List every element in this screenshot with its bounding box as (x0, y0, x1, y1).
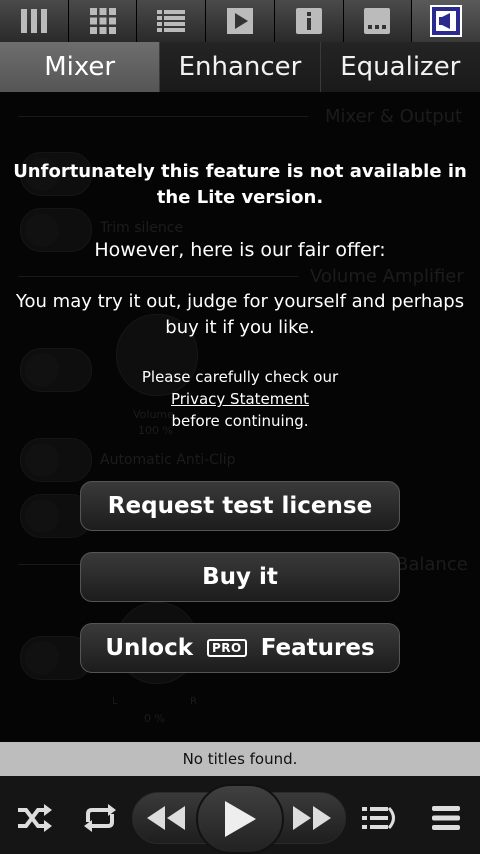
grid-view-button[interactable] (68, 0, 138, 42)
menu-button[interactable] (426, 800, 466, 836)
status-bar: No titles found. (0, 742, 480, 776)
shuffle-button[interactable] (14, 800, 54, 836)
try-message: You may try it out, judge for yourself a… (15, 291, 465, 338)
tab-bar: Mixer Enhancer Equalizer (0, 42, 480, 92)
menu-icon (432, 806, 460, 830)
rewind-button[interactable] (146, 800, 186, 836)
before-continuing-text: before continuing. (171, 412, 309, 430)
privacy-statement-link[interactable]: Privacy Statement (171, 390, 309, 408)
pro-badge: PRO (207, 639, 247, 657)
grid-icon (89, 8, 116, 34)
tab-mixer[interactable]: Mixer (0, 42, 161, 92)
list-view-button[interactable] (137, 0, 207, 42)
queue-icon (362, 806, 395, 830)
unlock-label: Unlock (105, 635, 193, 661)
now-playing-button[interactable] (206, 0, 275, 42)
play-button[interactable] (196, 784, 284, 854)
library-icon (20, 9, 47, 33)
audio-settings-button[interactable] (412, 0, 480, 42)
tab-enhancer[interactable]: Enhancer (160, 42, 321, 92)
request-test-license-button[interactable]: Request test license (80, 481, 400, 531)
fast-forward-icon (293, 806, 331, 830)
features-label: Features (260, 635, 375, 661)
top-toolbar (0, 0, 480, 42)
info-button[interactable] (274, 0, 344, 42)
feature-locked-dialog: Unfortunately this feature is not availa… (0, 92, 480, 742)
repeat-icon (84, 804, 116, 832)
fast-forward-button[interactable] (292, 800, 332, 836)
tab-equalizer[interactable]: Equalizer (320, 42, 480, 92)
queue-button[interactable] (358, 800, 402, 836)
library-button[interactable] (0, 0, 69, 42)
status-text: No titles found. (182, 750, 298, 768)
play-square-icon (227, 8, 254, 34)
shuffle-icon (18, 804, 52, 832)
buy-it-button[interactable]: Buy it (80, 552, 400, 602)
info-icon (295, 8, 322, 34)
more-button[interactable] (343, 0, 413, 42)
offer-message: However, here is our fair offer: (94, 239, 386, 261)
unlock-pro-features-button[interactable]: Unlock PRO Features (80, 623, 400, 673)
play-icon (225, 801, 256, 837)
list-icon (157, 10, 186, 32)
repeat-button[interactable] (80, 800, 120, 836)
privacy-notice: Please carefully check our Privacy State… (10, 366, 470, 432)
more-icon (364, 8, 391, 34)
unavailable-message: Unfortunately this feature is not availa… (13, 161, 467, 208)
player-controls (0, 776, 480, 854)
audio-settings-icon (430, 5, 463, 37)
check-text: Please carefully check our (141, 368, 339, 386)
rewind-icon (147, 806, 185, 830)
